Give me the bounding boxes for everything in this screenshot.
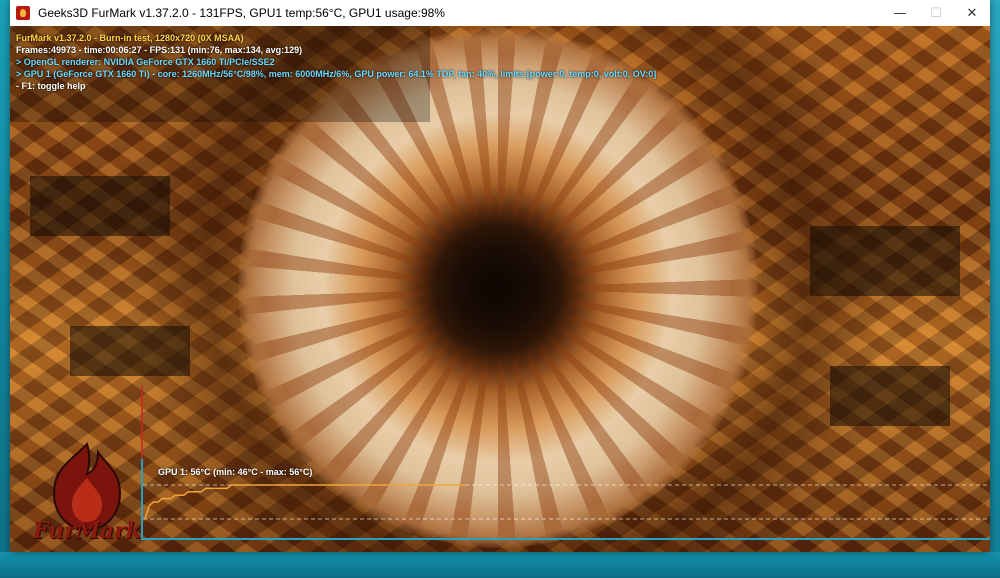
hud-frames-line: Frames:49973 - time:00:06:27 - FPS:131 (…: [16, 45, 303, 55]
furmark-window: Geeks3D FurMark v1.37.2.0 - 131FPS, GPU1…: [10, 0, 990, 552]
minimize-button[interactable]: —: [882, 0, 918, 26]
furmark-app-icon[interactable]: [16, 6, 30, 20]
desktop-background-right: [990, 0, 1000, 578]
close-button[interactable]: ✕: [954, 0, 990, 26]
background-block: [70, 326, 190, 376]
temperature-graph: GPU 1: 56°C (min: 46°C - max: 56°C): [141, 459, 990, 540]
window-title: Geeks3D FurMark v1.37.2.0 - 131FPS, GPU1…: [38, 6, 445, 20]
temperature-graph-plot: [143, 484, 990, 520]
title-bar[interactable]: Geeks3D FurMark v1.37.2.0 - 131FPS, GPU1…: [10, 0, 990, 26]
background-block: [830, 366, 950, 426]
maximize-button[interactable]: ☐: [918, 0, 954, 26]
desktop-background-bottom: [0, 552, 1000, 578]
furmark-logo-text: FurMark: [32, 518, 142, 544]
hud-renderer-line: > OpenGL renderer: NVIDIA GeForce GTX 16…: [16, 57, 275, 67]
background-block: [30, 176, 170, 236]
background-block: [810, 226, 960, 296]
hud-title-line: FurMark v1.37.2.0 - Burn-in test, 1280x7…: [16, 33, 244, 43]
window-controls: — ☐ ✕: [882, 0, 990, 26]
temperature-line: [144, 484, 465, 520]
hud-overlay: FurMark v1.37.2.0 - Burn-in test, 1280x7…: [16, 32, 656, 92]
render-viewport: FurMark v1.37.2.0 - Burn-in test, 1280x7…: [10, 26, 990, 552]
hud-gpu-line: > GPU 1 (GeForce GTX 1660 Ti) - core: 12…: [16, 69, 657, 79]
hud-help-line: - F1: toggle help: [16, 81, 86, 91]
furmark-logo: FurMark: [32, 438, 142, 550]
